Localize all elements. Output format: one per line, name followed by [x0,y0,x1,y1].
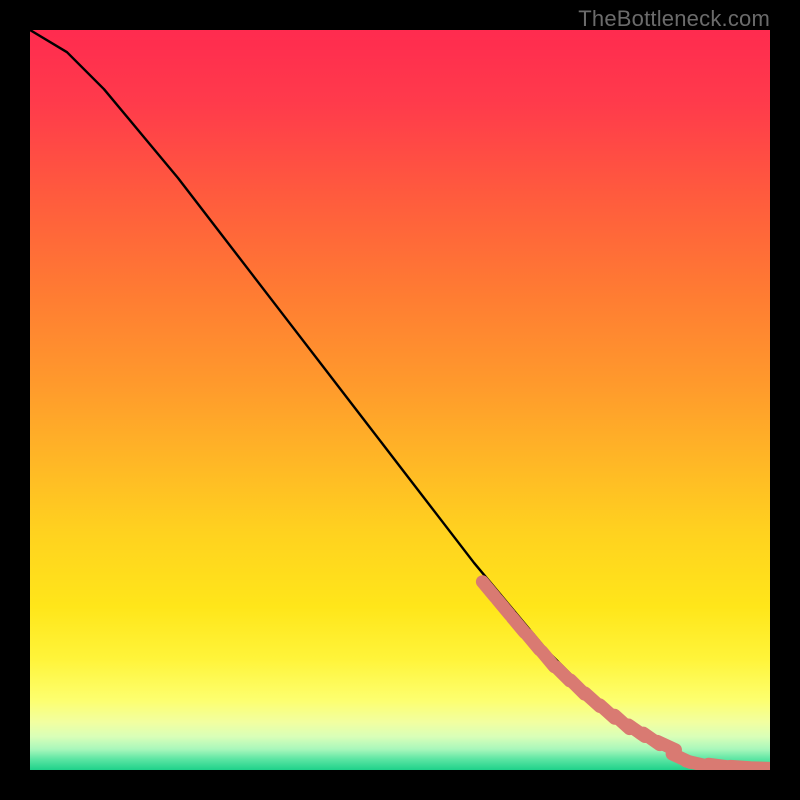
gradient-background [30,30,770,770]
plot-area [30,30,770,770]
data-marker [753,768,770,769]
chart-svg [30,30,770,770]
watermark: TheBottleneck.com [578,6,770,32]
chart-frame: TheBottleneck.com [0,0,800,800]
